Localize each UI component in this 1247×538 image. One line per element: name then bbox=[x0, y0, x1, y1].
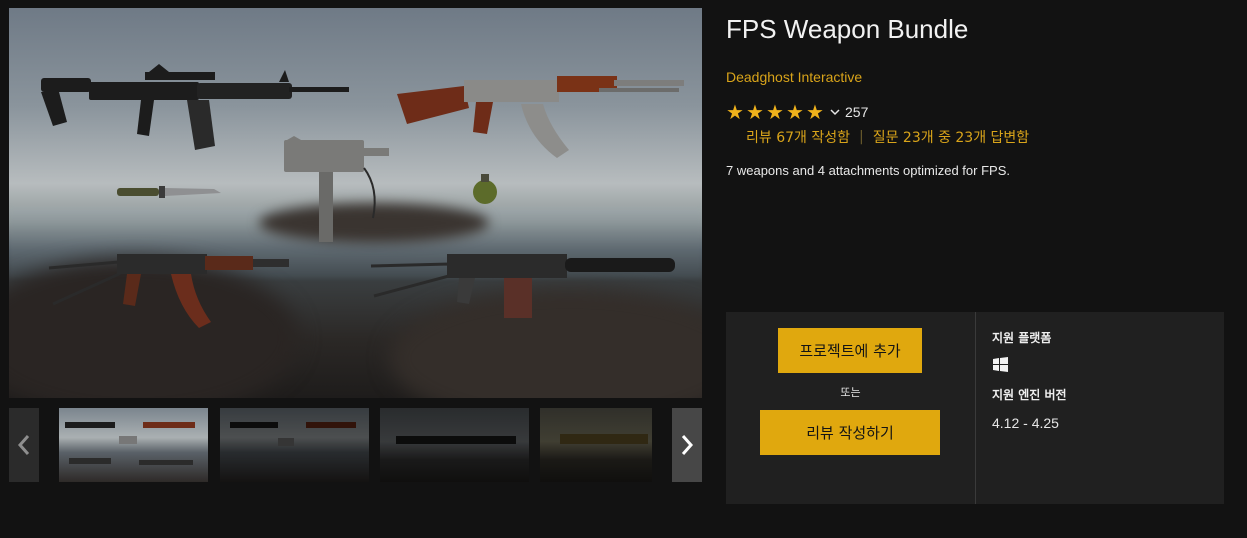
windows-icon bbox=[993, 357, 1008, 372]
star-icon: ★ bbox=[746, 99, 764, 124]
gallery-next-button[interactable] bbox=[672, 408, 702, 482]
engine-version-value: 4.12 - 4.25 bbox=[992, 415, 1059, 431]
chevron-left-icon bbox=[17, 435, 30, 455]
thumbnail-weapons bbox=[396, 436, 516, 444]
publisher-link[interactable]: Deadghost Interactive bbox=[726, 69, 862, 85]
thumbnail-weapons bbox=[65, 422, 195, 465]
supported-platforms-label: 지원 플랫폼 bbox=[992, 331, 1052, 345]
combat-knife bbox=[117, 186, 221, 198]
star-icon: ★ bbox=[786, 99, 804, 124]
product-description: 7 weapons and 4 attachments optimized fo… bbox=[726, 163, 1010, 178]
questions-link[interactable]: 질문 23개 중 23개 답변함 bbox=[873, 127, 1029, 147]
add-to-project-button[interactable]: 프로젝트에 추가 bbox=[778, 328, 922, 373]
aks74u-rifle bbox=[48, 254, 289, 328]
or-label: 또는 bbox=[840, 386, 861, 399]
ak47-rifle bbox=[397, 76, 684, 158]
star-icon: ★ bbox=[726, 99, 744, 124]
gallery-thumbnail-1[interactable] bbox=[59, 408, 208, 482]
main-preview-image[interactable] bbox=[9, 8, 702, 398]
rating-summary[interactable]: ★ ★ ★ ★ ★ 257 bbox=[726, 101, 868, 123]
reviews-link[interactable]: 리뷰 67개 작성함 bbox=[746, 127, 850, 147]
gallery-thumbnail-4[interactable] bbox=[540, 408, 652, 482]
product-title: FPS Weapon Bundle bbox=[726, 14, 969, 44]
gallery-thumbnail-3[interactable] bbox=[380, 408, 529, 482]
star-rating: ★ ★ ★ ★ ★ bbox=[726, 99, 825, 124]
link-separator: | bbox=[859, 129, 864, 145]
m4-rifle bbox=[41, 64, 349, 150]
engine-version-label: 지원 엔진 버전 bbox=[992, 388, 1067, 402]
purchase-panel: 프로젝트에 추가 또는 리뷰 작성하기 지원 플랫폼 지원 엔진 버전 4.12… bbox=[726, 312, 1224, 504]
suppressed-rifle bbox=[370, 254, 675, 318]
panel-divider bbox=[975, 312, 976, 504]
chevron-right-icon bbox=[681, 435, 694, 455]
mac10-smg bbox=[284, 136, 389, 242]
chevron-down-icon[interactable] bbox=[830, 107, 840, 117]
grenade bbox=[473, 174, 497, 204]
review-links: 리뷰 67개 작성함 | 질문 23개 중 23개 답변함 bbox=[746, 127, 1029, 147]
thumbnail-weapons bbox=[560, 434, 648, 444]
gallery-thumbnail-2[interactable] bbox=[220, 408, 369, 482]
thumbnail-weapons bbox=[230, 422, 356, 446]
star-icon: ★ bbox=[766, 99, 784, 124]
star-icon: ★ bbox=[806, 99, 824, 124]
weapons-illustration bbox=[41, 64, 684, 328]
gallery-prev-button[interactable] bbox=[9, 408, 39, 482]
write-review-button[interactable]: 리뷰 작성하기 bbox=[760, 410, 940, 455]
rating-count: 257 bbox=[845, 104, 869, 120]
